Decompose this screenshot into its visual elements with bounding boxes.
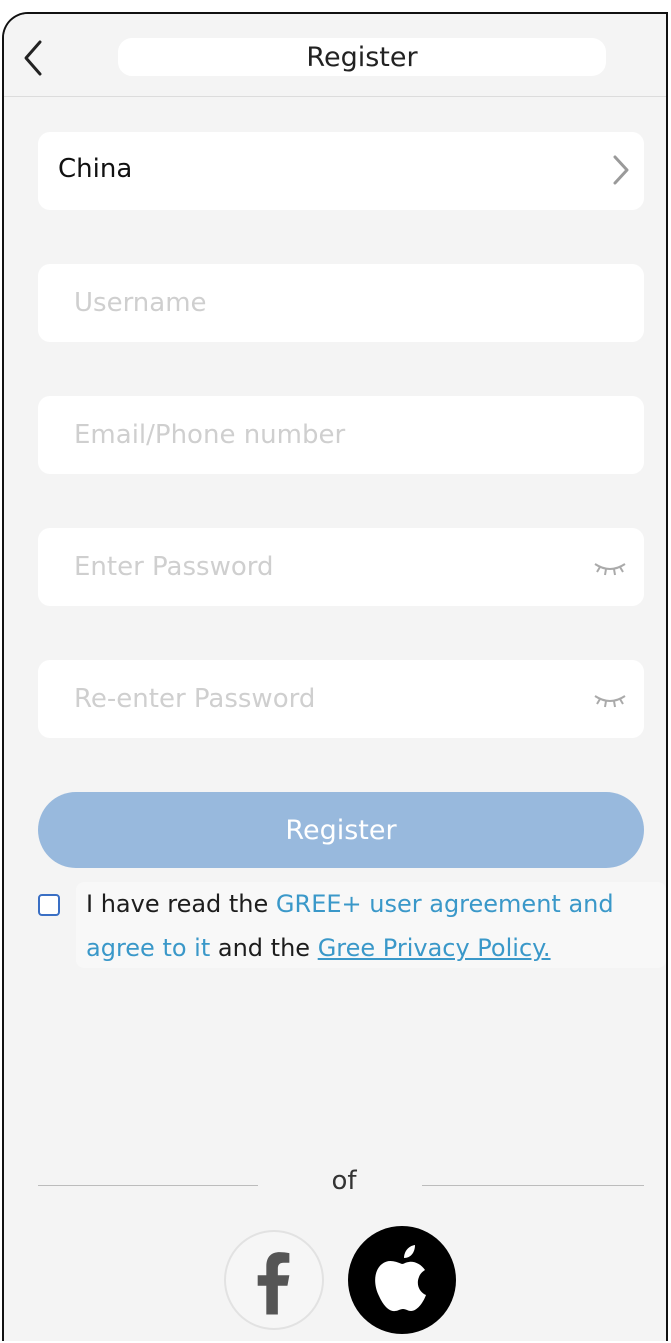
privacy-policy-link[interactable]: Gree Privacy Policy. [318,934,551,962]
email-row [38,396,644,474]
divider-right [422,1185,644,1186]
back-arrow-icon[interactable] [18,38,48,78]
agreement-checkbox[interactable] [38,894,60,916]
agreement-block: I have read the GREE+ user agreement and… [38,882,666,972]
page-title: Register [118,38,606,76]
register-button[interactable]: Register [38,792,644,868]
agreement-middle: and the [210,934,318,962]
chevron-right-icon [613,155,629,185]
top-bar: Register [4,14,666,97]
agreement-prefix: I have read the [86,890,276,918]
username-row [38,264,644,342]
username-input[interactable] [74,264,574,342]
eye-closed-icon[interactable] [592,554,628,580]
confirm-password-input[interactable] [74,660,574,738]
apple-login-button[interactable] [348,1226,456,1334]
facebook-login-button[interactable] [224,1230,324,1330]
agreement-text: I have read the GREE+ user agreement and… [76,882,666,968]
divider-label: of [331,1166,357,1196]
country-selector[interactable]: China [38,132,644,210]
register-screen: Register China Register [2,12,668,1341]
email-phone-input[interactable] [74,396,574,474]
divider-left [38,1185,258,1186]
country-value: China [58,154,133,184]
facebook-icon [257,1252,290,1315]
confirm-password-row [38,660,644,738]
apple-icon [375,1245,426,1312]
password-input[interactable] [74,528,574,606]
password-row [38,528,644,606]
eye-closed-icon[interactable] [592,686,628,712]
